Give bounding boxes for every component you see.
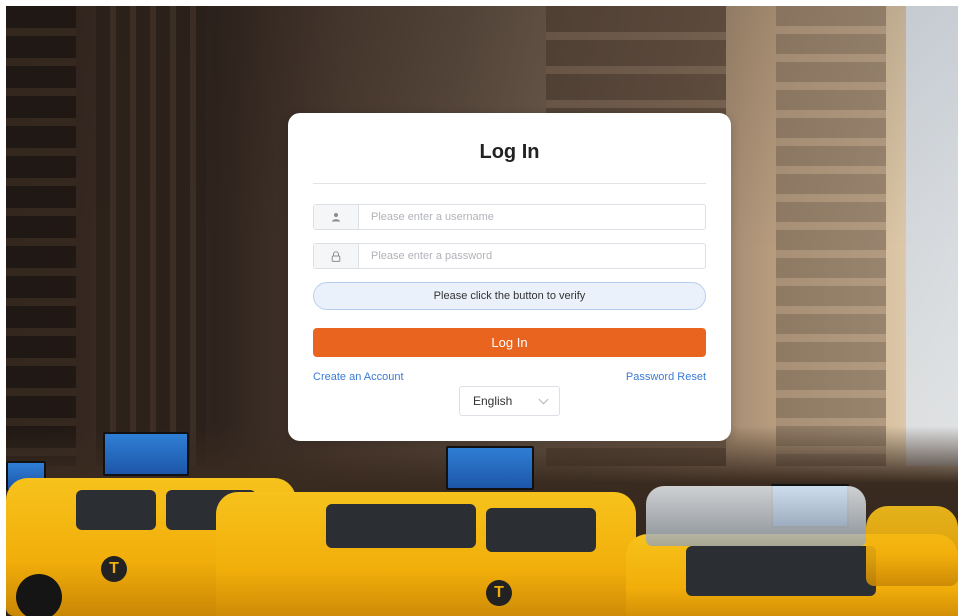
password-reset-link[interactable]: Password Reset: [626, 371, 706, 383]
taxi-logo: T: [486, 580, 512, 606]
verify-button[interactable]: Please click the button to verify: [313, 282, 706, 310]
title-divider: [313, 183, 706, 184]
background-building: [6, 6, 76, 466]
username-input[interactable]: [359, 205, 705, 229]
lock-icon: [314, 244, 359, 268]
taxi-roof-sign: [103, 432, 189, 476]
password-field: [313, 243, 706, 269]
taxi-roof-sign: [446, 446, 534, 490]
background-building: [906, 6, 958, 466]
taxi-logo: T: [101, 556, 127, 582]
language-select[interactable]: English: [459, 386, 560, 416]
create-account-link[interactable]: Create an Account: [313, 371, 404, 383]
password-input[interactable]: [359, 244, 705, 268]
language-selected-value: English: [473, 394, 513, 408]
taxi-car: [866, 506, 958, 586]
user-icon: [314, 205, 359, 229]
username-field: [313, 204, 706, 230]
background-building: [776, 6, 886, 466]
login-button[interactable]: Log In: [313, 328, 706, 357]
chevron-down-icon: [538, 394, 549, 405]
background-building: [96, 6, 206, 466]
login-card: Log In Please click the button to verify…: [288, 113, 731, 441]
login-title: Log In: [479, 141, 540, 163]
taxi-car: T: [216, 492, 636, 616]
suv-car: [646, 486, 866, 546]
